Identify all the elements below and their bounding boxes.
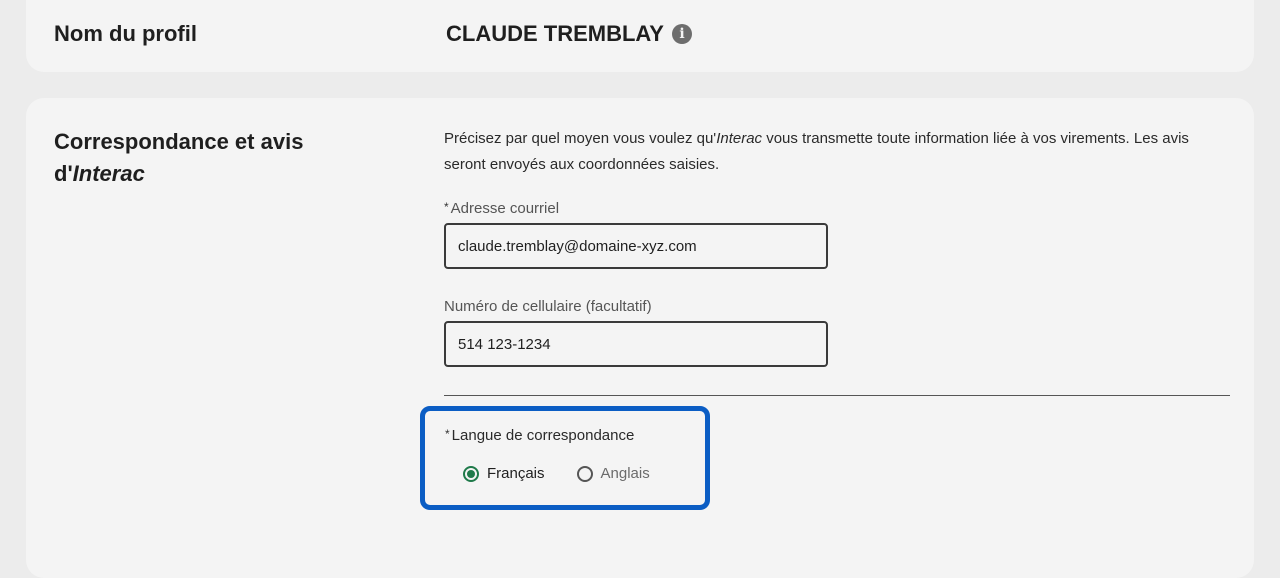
- phone-label: Numéro de cellulaire (facultatif): [444, 298, 652, 315]
- info-icon[interactable]: i: [671, 24, 692, 44]
- email-label-text: Adresse courriel: [450, 200, 560, 217]
- intro-italic: Interac: [716, 130, 763, 147]
- email-input[interactable]: [444, 223, 828, 269]
- profile-name-row: CLAUDE TREMBLAY i: [446, 18, 692, 50]
- radio-label-francais: Français: [487, 465, 545, 482]
- profile-card: Nom du profil CLAUDE TREMBLAY i: [26, 0, 1254, 72]
- language-label: * Langue de correspondance: [445, 427, 634, 444]
- language-label-text: Langue de correspondance: [451, 427, 635, 444]
- phone-field-group: Numéro de cellulaire (facultatif): [444, 298, 828, 367]
- divider: [444, 395, 1230, 396]
- language-required-mark: *: [445, 427, 450, 441]
- correspondence-form: Précisez par quel moyen vous voulez qu'I…: [420, 126, 1230, 510]
- radio-option-anglais[interactable]: Anglais: [576, 465, 650, 482]
- correspondence-title: Correspondance et avis d'Interac: [54, 126, 374, 190]
- radio-label-anglais: Anglais: [600, 465, 650, 482]
- profile-label: Nom du profil: [54, 21, 197, 46]
- correspondence-intro: Précisez par quel moyen vous voulez qu'I…: [444, 126, 1230, 178]
- email-label: * Adresse courriel: [444, 200, 828, 217]
- email-field-group: * Adresse courriel: [444, 200, 828, 269]
- radio-option-francais[interactable]: Français: [463, 465, 545, 482]
- profile-name: CLAUDE TREMBLAY: [446, 21, 664, 46]
- language-radio-group: Français Anglais: [463, 465, 650, 482]
- email-required-mark: *: [444, 200, 449, 214]
- correspondence-card: Correspondance et avis d'Interac Précise…: [26, 98, 1254, 578]
- intro-part1: Précisez par quel moyen vous voulez qu': [444, 130, 717, 147]
- correspondence-title-prefix: d': [54, 161, 73, 186]
- phone-input[interactable]: [444, 321, 828, 367]
- radio-selected-icon[interactable]: [463, 465, 479, 482]
- radio-unselected-icon[interactable]: [576, 465, 593, 482]
- correspondence-title-italic: Interac: [72, 161, 145, 186]
- correspondence-title-line1: Correspondance et avis: [54, 129, 304, 154]
- language-highlight-box: * Langue de correspondance Français Angla…: [420, 406, 710, 510]
